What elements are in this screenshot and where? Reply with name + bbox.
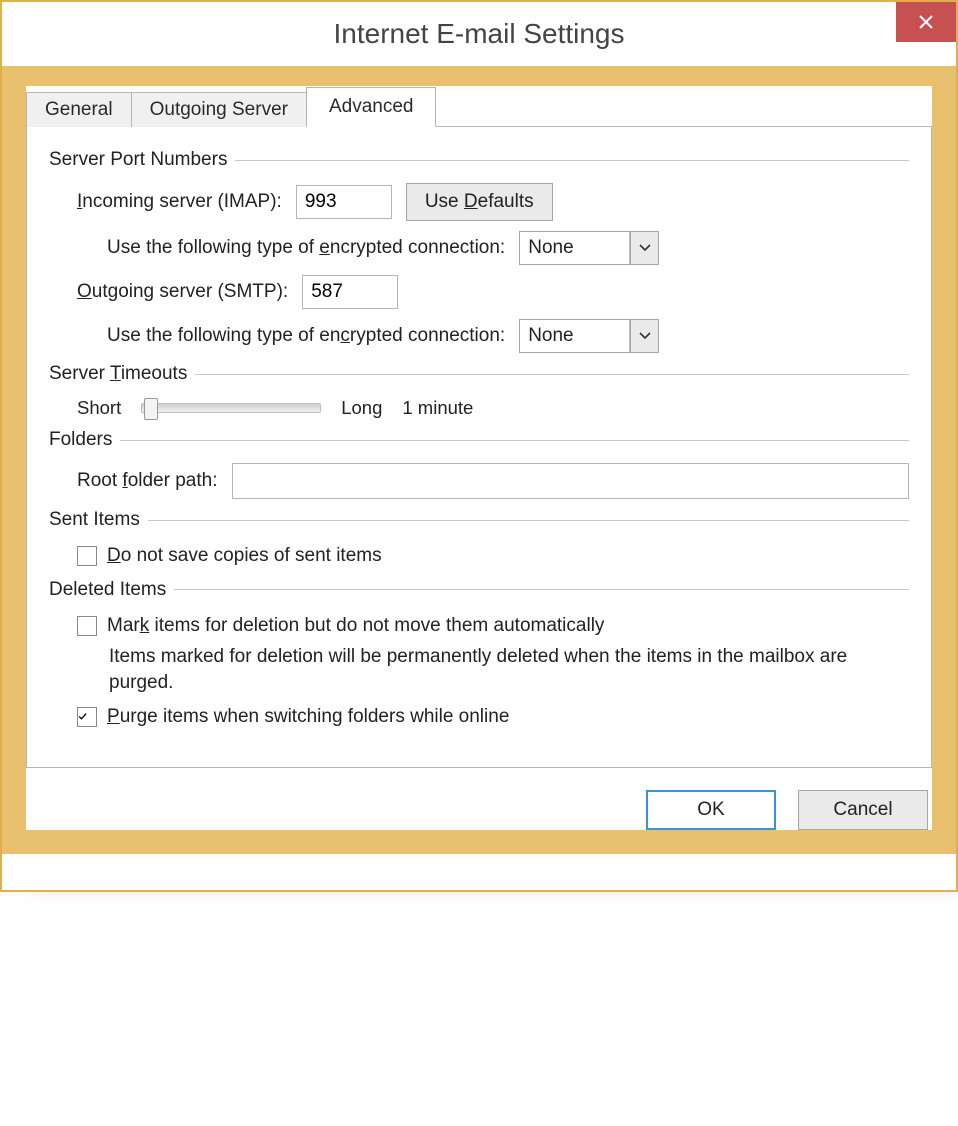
outgoing-encryption-dropdown[interactable]: None: [519, 319, 659, 353]
checkbox-label: Purge items when switching folders while…: [107, 704, 509, 730]
group-heading: Folders: [49, 429, 112, 451]
dropdown-value: None: [520, 320, 630, 352]
tab-strip: General Outgoing Server Advanced: [26, 87, 932, 127]
tab-general[interactable]: General: [26, 92, 132, 127]
dialog-button-row: OK Cancel: [26, 768, 932, 830]
tab-outgoing-server[interactable]: Outgoing Server: [131, 92, 307, 127]
timeout-value-label: 1 minute: [402, 397, 473, 419]
checkbox-label: Mark items for deletion but do not move …: [107, 613, 604, 639]
root-folder-label: Root folder path:: [77, 470, 218, 492]
slider-long-label: Long: [341, 397, 382, 419]
slider-thumb[interactable]: [144, 398, 158, 420]
cancel-button[interactable]: Cancel: [798, 790, 928, 830]
title-bar: Internet E-mail Settings: [2, 2, 956, 66]
incoming-encryption-dropdown[interactable]: None: [519, 231, 659, 265]
incoming-server-label: Incoming server (IMAP):: [77, 191, 282, 213]
use-defaults-button[interactable]: Use Defaults: [406, 183, 553, 221]
close-icon: [919, 15, 933, 29]
do-not-save-sent-checkbox[interactable]: [77, 546, 97, 566]
group-server-timeouts: Server Timeouts Short Long 1 minute: [49, 363, 909, 419]
divider: [120, 440, 909, 441]
root-folder-input[interactable]: [232, 463, 910, 499]
slider-short-label: Short: [77, 397, 121, 419]
chevron-down-icon: [630, 232, 658, 264]
group-sent-items: Sent Items Do not save copies of sent it…: [49, 509, 909, 569]
incoming-encryption-label: Use the following type of encrypted conn…: [107, 237, 505, 259]
dropdown-value: None: [520, 232, 630, 264]
group-heading: Deleted Items: [49, 579, 166, 601]
divider: [195, 374, 909, 375]
dialog-window: Internet E-mail Settings General Outgoin…: [0, 0, 958, 892]
tab-advanced[interactable]: Advanced: [306, 87, 437, 127]
divider: [174, 589, 909, 590]
ok-button[interactable]: OK: [646, 790, 776, 830]
group-heading: Server Port Numbers: [49, 149, 227, 171]
group-folders: Folders Root folder path:: [49, 429, 909, 499]
outgoing-server-label: Outgoing server (SMTP):: [77, 281, 288, 303]
outgoing-port-input[interactable]: [302, 275, 398, 309]
dialog-frame: General Outgoing Server Advanced Server …: [2, 66, 956, 854]
group-deleted-items: Deleted Items Mark items for deletion bu…: [49, 579, 909, 730]
purge-on-switch-checkbox[interactable]: [77, 707, 97, 727]
incoming-port-input[interactable]: [296, 185, 392, 219]
divider: [235, 160, 909, 161]
deletion-hint-text: Items marked for deletion will be perman…: [109, 644, 909, 695]
dialog-title: Internet E-mail Settings: [333, 2, 624, 66]
chevron-down-icon: [630, 320, 658, 352]
outgoing-encryption-label: Use the following type of encrypted conn…: [107, 325, 505, 347]
checkbox-label: Do not save copies of sent items: [107, 543, 382, 569]
group-server-port-numbers: Server Port Numbers Incoming server (IMA…: [49, 149, 909, 353]
group-heading: Sent Items: [49, 509, 140, 531]
close-button[interactable]: [896, 2, 956, 42]
tab-panel-advanced: Server Port Numbers Incoming server (IMA…: [26, 126, 932, 768]
mark-for-deletion-checkbox[interactable]: [77, 616, 97, 636]
divider: [148, 520, 909, 521]
group-heading: Server Timeouts: [49, 363, 187, 385]
timeout-slider[interactable]: [141, 403, 321, 413]
